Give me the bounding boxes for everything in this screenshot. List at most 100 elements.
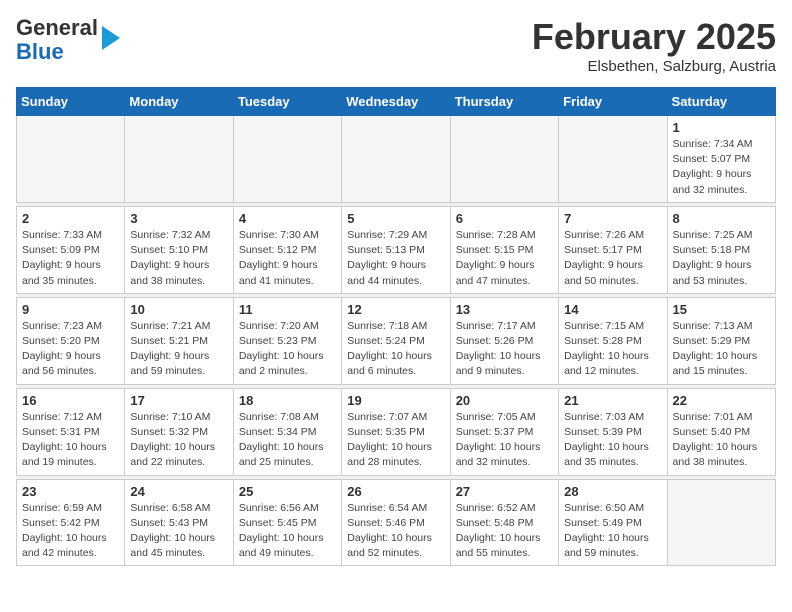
day-number: 2 xyxy=(22,211,119,226)
calendar-cell: 11 Sunrise: 7:20 AM Sunset: 5:23 PM Dayli… xyxy=(233,297,341,384)
day-number: 11 xyxy=(239,302,336,317)
day-number: 19 xyxy=(347,393,444,408)
day-info: Sunrise: 7:08 AM Sunset: 5:34 PM Dayligh… xyxy=(239,410,336,471)
day-info: Sunrise: 6:58 AM Sunset: 5:43 PM Dayligh… xyxy=(130,501,227,562)
day-info: Sunrise: 6:54 AM Sunset: 5:46 PM Dayligh… xyxy=(347,501,444,562)
day-number: 4 xyxy=(239,211,336,226)
day-number: 6 xyxy=(456,211,553,226)
day-info: Sunrise: 6:59 AM Sunset: 5:42 PM Dayligh… xyxy=(22,501,119,562)
calendar-cell: 26 Sunrise: 6:54 AM Sunset: 5:46 PM Dayli… xyxy=(342,479,450,566)
calendar-cell: 5 Sunrise: 7:29 AM Sunset: 5:13 PM Daylig… xyxy=(342,206,450,293)
day-of-week-header: Friday xyxy=(559,88,667,116)
logo-blue: Blue xyxy=(16,39,64,64)
calendar-cell: 23 Sunrise: 6:59 AM Sunset: 5:42 PM Dayli… xyxy=(17,479,125,566)
calendar-cell: 8Sunrise: 7:25 AM Sunset: 5:18 PM Daylig… xyxy=(667,206,775,293)
calendar-cell: 7 Sunrise: 7:26 AM Sunset: 5:17 PM Daylig… xyxy=(559,206,667,293)
day-number: 24 xyxy=(130,484,227,499)
calendar-cell: 4 Sunrise: 7:30 AM Sunset: 5:12 PM Daylig… xyxy=(233,206,341,293)
logo-arrow-icon xyxy=(102,26,120,50)
day-number: 22 xyxy=(673,393,770,408)
day-info: Sunrise: 7:21 AM Sunset: 5:21 PM Dayligh… xyxy=(130,319,227,380)
calendar-cell: 17 Sunrise: 7:10 AM Sunset: 5:32 PM Dayli… xyxy=(125,388,233,475)
calendar-cell: 15Sunrise: 7:13 AM Sunset: 5:29 PM Dayli… xyxy=(667,297,775,384)
month-title: February 2025 xyxy=(532,16,776,58)
day-number: 12 xyxy=(347,302,444,317)
day-info: Sunrise: 7:33 AM Sunset: 5:09 PM Dayligh… xyxy=(22,228,119,289)
calendar-week-row: 16Sunrise: 7:12 AM Sunset: 5:31 PM Dayli… xyxy=(17,388,776,475)
day-number: 21 xyxy=(564,393,661,408)
day-number: 20 xyxy=(456,393,553,408)
day-info: Sunrise: 7:18 AM Sunset: 5:24 PM Dayligh… xyxy=(347,319,444,380)
calendar-cell xyxy=(450,116,558,203)
day-info: Sunrise: 7:05 AM Sunset: 5:37 PM Dayligh… xyxy=(456,410,553,471)
day-number: 1 xyxy=(673,120,770,135)
day-of-week-header: Tuesday xyxy=(233,88,341,116)
calendar-cell xyxy=(342,116,450,203)
day-info: Sunrise: 7:15 AM Sunset: 5:28 PM Dayligh… xyxy=(564,319,661,380)
day-number: 25 xyxy=(239,484,336,499)
day-info: Sunrise: 7:17 AM Sunset: 5:26 PM Dayligh… xyxy=(456,319,553,380)
calendar-cell: 20 Sunrise: 7:05 AM Sunset: 5:37 PM Dayli… xyxy=(450,388,558,475)
calendar-cell: 18 Sunrise: 7:08 AM Sunset: 5:34 PM Dayli… xyxy=(233,388,341,475)
day-number: 17 xyxy=(130,393,227,408)
day-number: 23 xyxy=(22,484,119,499)
calendar-cell: 13Sunrise: 7:17 AM Sunset: 5:26 PM Dayli… xyxy=(450,297,558,384)
day-info: Sunrise: 7:30 AM Sunset: 5:12 PM Dayligh… xyxy=(239,228,336,289)
day-number: 28 xyxy=(564,484,661,499)
calendar-week-row: 1 Sunrise: 7:34 AM Sunset: 5:07 PM Daylig… xyxy=(17,116,776,203)
day-number: 9 xyxy=(22,302,119,317)
page-header: General Blue February 2025 Elsbethen, Sa… xyxy=(16,16,776,75)
day-info: Sunrise: 7:20 AM Sunset: 5:23 PM Dayligh… xyxy=(239,319,336,380)
day-number: 15 xyxy=(673,302,770,317)
day-number: 7 xyxy=(564,211,661,226)
calendar-cell: 6 Sunrise: 7:28 AM Sunset: 5:15 PM Daylig… xyxy=(450,206,558,293)
calendar-cell: 24 Sunrise: 6:58 AM Sunset: 5:43 PM Dayli… xyxy=(125,479,233,566)
calendar-cell: 12 Sunrise: 7:18 AM Sunset: 5:24 PM Dayli… xyxy=(342,297,450,384)
day-info: Sunrise: 7:23 AM Sunset: 5:20 PM Dayligh… xyxy=(22,319,119,380)
logo: General Blue xyxy=(16,16,120,64)
title-block: February 2025 Elsbethen, Salzburg, Austr… xyxy=(532,16,776,75)
day-info: Sunrise: 6:50 AM Sunset: 5:49 PM Dayligh… xyxy=(564,501,661,562)
logo-text: General Blue xyxy=(16,16,98,64)
calendar-cell: 27Sunrise: 6:52 AM Sunset: 5:48 PM Dayli… xyxy=(450,479,558,566)
calendar-cell xyxy=(559,116,667,203)
day-of-week-header: Saturday xyxy=(667,88,775,116)
calendar-cell xyxy=(667,479,775,566)
calendar-cell xyxy=(233,116,341,203)
day-info: Sunrise: 7:29 AM Sunset: 5:13 PM Dayligh… xyxy=(347,228,444,289)
calendar-cell: 2 Sunrise: 7:33 AM Sunset: 5:09 PM Daylig… xyxy=(17,206,125,293)
day-info: Sunrise: 7:28 AM Sunset: 5:15 PM Dayligh… xyxy=(456,228,553,289)
day-info: Sunrise: 7:25 AM Sunset: 5:18 PM Dayligh… xyxy=(673,228,770,289)
calendar-cell: 9 Sunrise: 7:23 AM Sunset: 5:20 PM Daylig… xyxy=(17,297,125,384)
calendar-week-row: 9 Sunrise: 7:23 AM Sunset: 5:20 PM Daylig… xyxy=(17,297,776,384)
day-info: Sunrise: 7:34 AM Sunset: 5:07 PM Dayligh… xyxy=(673,137,770,198)
logo-general: General xyxy=(16,15,98,40)
day-of-week-header: Sunday xyxy=(17,88,125,116)
calendar-cell xyxy=(125,116,233,203)
location-subtitle: Elsbethen, Salzburg, Austria xyxy=(532,58,776,75)
calendar-cell: 1 Sunrise: 7:34 AM Sunset: 5:07 PM Daylig… xyxy=(667,116,775,203)
calendar-cell: 21Sunrise: 7:03 AM Sunset: 5:39 PM Dayli… xyxy=(559,388,667,475)
calendar-table: SundayMondayTuesdayWednesdayThursdayFrid… xyxy=(16,87,776,566)
day-info: Sunrise: 6:56 AM Sunset: 5:45 PM Dayligh… xyxy=(239,501,336,562)
day-info: Sunrise: 7:10 AM Sunset: 5:32 PM Dayligh… xyxy=(130,410,227,471)
calendar-cell: 28 Sunrise: 6:50 AM Sunset: 5:49 PM Dayli… xyxy=(559,479,667,566)
day-of-week-header: Wednesday xyxy=(342,88,450,116)
day-info: Sunrise: 7:01 AM Sunset: 5:40 PM Dayligh… xyxy=(673,410,770,471)
day-info: Sunrise: 7:32 AM Sunset: 5:10 PM Dayligh… xyxy=(130,228,227,289)
calendar-cell: 19Sunrise: 7:07 AM Sunset: 5:35 PM Dayli… xyxy=(342,388,450,475)
day-info: Sunrise: 7:26 AM Sunset: 5:17 PM Dayligh… xyxy=(564,228,661,289)
calendar-cell: 3Sunrise: 7:32 AM Sunset: 5:10 PM Daylig… xyxy=(125,206,233,293)
day-of-week-header: Thursday xyxy=(450,88,558,116)
calendar-cell: 16Sunrise: 7:12 AM Sunset: 5:31 PM Dayli… xyxy=(17,388,125,475)
calendar-week-row: 2 Sunrise: 7:33 AM Sunset: 5:09 PM Daylig… xyxy=(17,206,776,293)
calendar-cell xyxy=(17,116,125,203)
day-info: Sunrise: 7:12 AM Sunset: 5:31 PM Dayligh… xyxy=(22,410,119,471)
day-number: 27 xyxy=(456,484,553,499)
day-number: 26 xyxy=(347,484,444,499)
day-number: 5 xyxy=(347,211,444,226)
day-of-week-header: Monday xyxy=(125,88,233,116)
day-number: 18 xyxy=(239,393,336,408)
calendar-cell: 25 Sunrise: 6:56 AM Sunset: 5:45 PM Dayli… xyxy=(233,479,341,566)
calendar-cell: 22 Sunrise: 7:01 AM Sunset: 5:40 PM Dayli… xyxy=(667,388,775,475)
